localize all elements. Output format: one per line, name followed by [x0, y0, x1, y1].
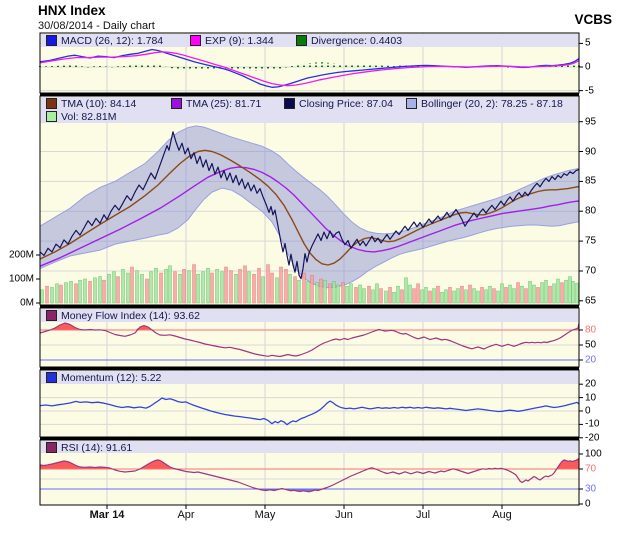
legend-item-bollinger: Bollinger (20, 2): 78.25 - 87.18: [406, 97, 563, 110]
volume-axis-label: 100M: [9, 274, 34, 285]
y-axis-label: 70: [585, 266, 596, 277]
legend-label: TMA (25): 81.71: [186, 98, 261, 110]
panel-separator: [40, 437, 579, 440]
panel-separator: [40, 305, 579, 308]
y-axis-label: 65: [585, 296, 596, 307]
y-axis-label: 0: [585, 62, 591, 73]
rsi-legend: RSI (14): 91.61: [41, 441, 578, 453]
y-axis-label: 100: [585, 449, 602, 460]
volume-axis-label: 0M: [20, 298, 34, 309]
legend-item-tma10: TMA (10): 84.14: [46, 97, 136, 110]
closing-price-swatch-icon: [284, 98, 295, 109]
legend-item-momentum: Momentum (12): 5.22: [46, 371, 161, 384]
legend-item-divergence: Divergence: 0.4403: [296, 34, 402, 47]
bollinger-swatch-icon: [406, 98, 417, 109]
y-axis-label: 90: [585, 147, 596, 158]
y-axis-label: 30: [585, 484, 596, 495]
y-axis-label: 20: [585, 355, 596, 366]
momentum-legend: Momentum (12): 5.22: [41, 371, 578, 384]
legend-item-tma25: TMA (25): 81.71: [171, 97, 261, 110]
y-axis-label: 5: [585, 38, 591, 49]
mfi-legend: Money Flow Index (14): 93.62: [41, 309, 578, 322]
y-axis-label: -5: [585, 86, 594, 97]
y-axis-label: 20: [585, 379, 596, 390]
legend-label: TMA (10): 84.14: [61, 98, 136, 110]
legend-item-rsi: RSI (14): 91.61: [46, 441, 132, 454]
panel-separator: [40, 367, 579, 370]
momentum-swatch-icon: [46, 372, 57, 383]
legend-item-volume: Vol: 82.81M: [46, 110, 116, 123]
chart-canvas: [0, 0, 620, 535]
exp-swatch-icon: [190, 35, 201, 46]
y-axis-label: 75: [585, 236, 596, 247]
x-axis-label: May: [255, 509, 276, 521]
y-axis-label: -20: [585, 433, 599, 444]
y-axis-label: 70: [585, 464, 596, 475]
x-axis-label: Jun: [335, 509, 353, 521]
legend-label: Closing Price: 87.04: [299, 98, 393, 110]
legend-label: Momentum (12): 5.22: [61, 372, 161, 384]
y-axis-label: 85: [585, 176, 596, 187]
panel-separator: [40, 93, 579, 96]
x-axis-label: Apr: [177, 509, 194, 521]
chart-window: HNX Index 30/08/2014 - Daily chart VCBS …: [0, 0, 620, 535]
volume-axis-label: 200M: [9, 250, 34, 261]
y-axis-label: 0: [585, 406, 591, 417]
volume-swatch-icon: [46, 111, 57, 122]
divergence-swatch-icon: [296, 35, 307, 46]
price-legend: TMA (10): 84.14 TMA (25): 81.71 Closing …: [41, 97, 578, 123]
macd-swatch-icon: [46, 35, 57, 46]
legend-item-mfi: Money Flow Index (14): 93.62: [46, 309, 200, 322]
mfi-swatch-icon: [46, 310, 57, 321]
tma10-swatch-icon: [46, 98, 57, 109]
y-axis-label: 0: [585, 499, 591, 510]
x-axis-label: Aug: [492, 509, 512, 521]
y-axis-label: 80: [585, 325, 596, 336]
legend-label: RSI (14): 91.61: [61, 442, 132, 454]
legend-label: Money Flow Index (14): 93.62: [61, 310, 200, 322]
tma25-swatch-icon: [171, 98, 182, 109]
x-axis-label: Mar 14: [90, 509, 125, 521]
legend-item-closing-price: Closing Price: 87.04: [284, 97, 393, 110]
macd-legend: MACD (26, 12): 1.784 EXP (9): 1.344 Dive…: [41, 34, 578, 47]
legend-item-exp: EXP (9): 1.344: [190, 34, 274, 47]
rsi-swatch-icon: [46, 442, 57, 453]
legend-label: Bollinger (20, 2): 78.25 - 87.18: [421, 98, 563, 110]
y-axis-label: 95: [585, 117, 596, 128]
y-axis-label: 50: [585, 340, 596, 351]
legend-label: MACD (26, 12): 1.784: [61, 35, 163, 47]
legend-label: Vol: 82.81M: [61, 111, 116, 123]
y-axis-label: 80: [585, 206, 596, 217]
legend-label: Divergence: 0.4403: [311, 35, 402, 47]
y-axis-label: 10: [585, 393, 596, 404]
legend-label: EXP (9): 1.344: [205, 35, 274, 47]
x-axis-label: Jul: [416, 509, 430, 521]
legend-item-macd: MACD (26, 12): 1.784: [46, 34, 163, 47]
y-axis-label: -10: [585, 419, 599, 430]
